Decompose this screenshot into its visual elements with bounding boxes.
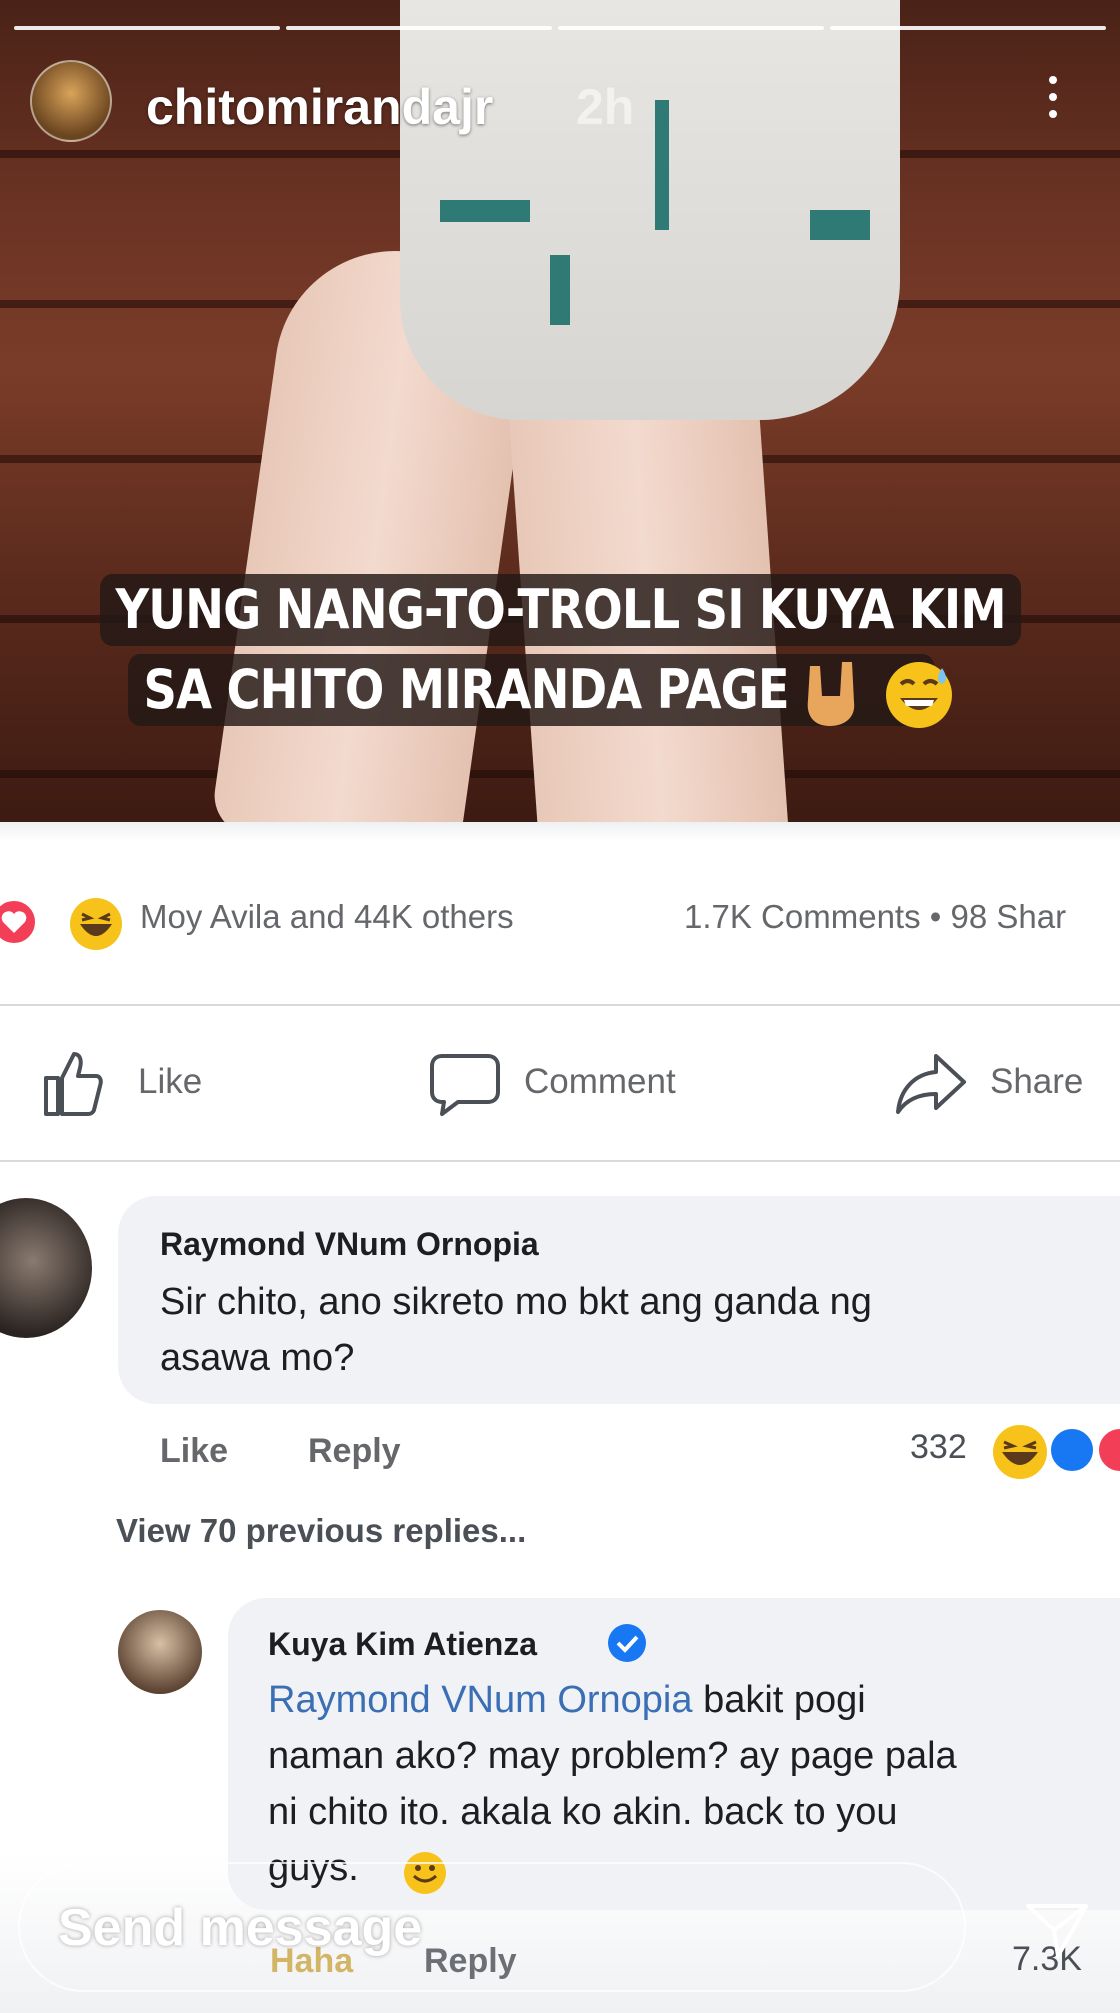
comment-text-line2: asawa mo? (160, 1337, 355, 1379)
story-username[interactable]: chitomirandajr (146, 78, 493, 136)
comment-text-line1: Sir chito, ano sikreto mo bkt ang ganda … (160, 1281, 872, 1323)
comment-bubble-icon[interactable] (428, 1052, 502, 1118)
reply-text-rest: bakit pogi (692, 1679, 866, 1721)
like-button[interactable]: Like (138, 1062, 202, 1102)
like-thumb-icon[interactable] (42, 1048, 104, 1118)
reactions-summary[interactable]: Moy Avila and 44K others (140, 898, 514, 936)
like-reaction-icon (1048, 1426, 1096, 1474)
comment-reply-button[interactable]: Reply (308, 1432, 401, 1471)
comment-like-button[interactable]: Like (160, 1432, 228, 1471)
verified-badge-icon (608, 1624, 646, 1662)
haha-reaction-icon (993, 1425, 1047, 1479)
more-vertical-icon[interactable] (1048, 76, 1058, 122)
caption-line2-text: SA CHITO MIRANDA PAGE (143, 658, 789, 721)
story-progress-bar (286, 26, 552, 30)
story-progress-bar (558, 26, 824, 30)
reply-author-avatar[interactable] (118, 1610, 202, 1694)
comment-author[interactable]: Raymond VNum Ornopia (160, 1226, 539, 1263)
reply-text-line2: naman ako? may problem? ay page pala (268, 1735, 957, 1777)
sweat-smile-emoji-icon (886, 662, 952, 728)
comments-shares-count[interactable]: 1.7K Comments • 98 Shar (684, 898, 1066, 936)
comment-button[interactable]: Comment (524, 1062, 676, 1102)
story-timestamp: 2h (576, 79, 635, 135)
reply-text-line1: Raymond VNum Ornopia bakit pogi (268, 1672, 866, 1728)
story-avatar[interactable] (30, 60, 112, 142)
reply-author[interactable]: Kuya Kim Atienza (268, 1626, 537, 1663)
rock-hand-emoji-icon (807, 662, 855, 726)
haha-reaction-icon (70, 898, 122, 950)
mention-link[interactable]: Raymond VNum Ornopia (268, 1679, 693, 1721)
reply-text-line3: ni chito ito. akala ko akin. back to you (268, 1791, 898, 1833)
story-progress-bar (830, 26, 1106, 30)
story-caption-line1: YUNG NANG-TO-TROLL SI KUYA KIM (100, 574, 1022, 646)
share-button[interactable]: Share (990, 1062, 1083, 1102)
divider (0, 1004, 1120, 1006)
divider (0, 1160, 1120, 1162)
share-arrow-icon[interactable] (894, 1050, 968, 1116)
send-message-placeholder[interactable]: Send message (58, 1898, 422, 1958)
send-paper-plane-icon[interactable] (1024, 1900, 1090, 1960)
view-previous-replies[interactable]: View 70 previous replies... (116, 1512, 526, 1550)
love-reaction-icon (0, 898, 38, 946)
story-progress-bar (14, 26, 280, 30)
dress (400, 0, 900, 420)
comment-reaction-count[interactable]: 332 (910, 1428, 967, 1467)
